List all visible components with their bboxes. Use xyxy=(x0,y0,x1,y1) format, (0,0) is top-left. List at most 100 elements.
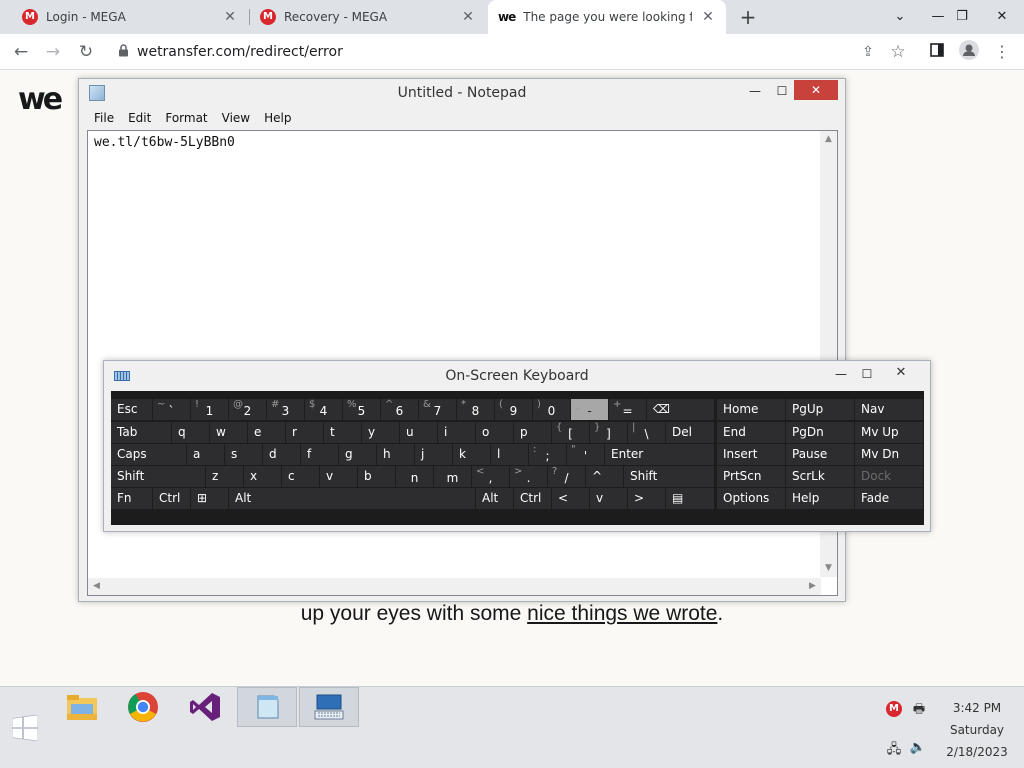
osk-key[interactable]: PgDn xyxy=(786,422,854,443)
more-menu-icon[interactable]: ⋮ xyxy=(990,40,1014,64)
osk-key[interactable]: PrtScn xyxy=(717,466,785,487)
osk-key[interactable]: y xyxy=(362,422,399,443)
osk-key[interactable]: ! 1 xyxy=(191,399,228,420)
profile-avatar-icon[interactable] xyxy=(957,40,981,64)
close-icon[interactable]: ✕ xyxy=(880,363,922,383)
osk-key[interactable]: ⌫ xyxy=(647,399,714,420)
osk-key[interactable]: o xyxy=(476,422,513,443)
osk-key[interactable]: Dock xyxy=(855,466,923,487)
osk-key[interactable]: ) 0 xyxy=(533,399,570,420)
osk-key[interactable]: h xyxy=(377,444,414,465)
osk-key[interactable]: <, xyxy=(472,466,509,487)
osk-key[interactable]: Alt xyxy=(476,488,513,509)
osk-key[interactable]: @2 xyxy=(229,399,266,420)
tab-login-mega[interactable]: M Login - MEGA ✕ xyxy=(12,0,248,34)
network-icon[interactable]: 🖧 xyxy=(885,740,903,757)
close-window-icon[interactable]: ✕ xyxy=(982,0,1022,34)
chrome-icon[interactable] xyxy=(113,687,173,727)
osk-key[interactable]: Del xyxy=(666,422,714,443)
osk-key[interactable]: k xyxy=(453,444,490,465)
osk-key[interactable]: * 8 xyxy=(457,399,494,420)
osk-key[interactable]: a xyxy=(187,444,224,465)
new-tab-button[interactable]: + xyxy=(736,6,760,28)
osk-key[interactable]: Esc xyxy=(111,399,152,420)
minimize-icon[interactable]: — xyxy=(828,364,854,384)
close-icon[interactable]: ✕ xyxy=(460,9,476,25)
mega-icon[interactable]: M xyxy=(886,701,902,717)
osk-key[interactable]: Enter xyxy=(605,444,714,465)
on-screen-keyboard-icon[interactable] xyxy=(299,687,359,727)
osk-key[interactable]: e xyxy=(248,422,285,443)
osk-key[interactable]: d xyxy=(263,444,300,465)
osk-key[interactable]: q xyxy=(172,422,209,443)
back-arrow-icon[interactable]: ← xyxy=(9,40,33,64)
osk-key[interactable]: u xyxy=(400,422,437,443)
tab-recovery-mega[interactable]: M Recovery - MEGA ✕ xyxy=(250,0,486,34)
osk-key[interactable]: $4 xyxy=(305,399,342,420)
osk-key[interactable]: Mv Dn xyxy=(855,444,923,465)
visual-studio-icon[interactable] xyxy=(175,687,235,727)
volume-icon[interactable]: 🔈 xyxy=(909,740,927,756)
osk-key[interactable]: " ' xyxy=(567,444,604,465)
menu-file[interactable]: File xyxy=(87,109,121,129)
osk-key[interactable]: > xyxy=(628,488,665,509)
osk-key[interactable]: + = xyxy=(609,399,646,420)
maximize-icon[interactable]: ☐ xyxy=(854,364,880,384)
osk-key[interactable]: ? / xyxy=(548,466,585,487)
star-icon[interactable]: ☆ xyxy=(886,40,910,64)
scroll-right-icon[interactable]: ▶ xyxy=(804,578,821,595)
horizontal-scrollbar[interactable]: ◀ ▶ xyxy=(88,578,821,595)
osk-key[interactable]: Tab xyxy=(111,422,171,443)
osk-key[interactable]: & 7 xyxy=(419,399,456,420)
osk-key[interactable]: {[ xyxy=(552,422,589,443)
osk-key[interactable]: ⊞ xyxy=(191,488,228,509)
scroll-down-icon[interactable]: ▼ xyxy=(820,560,837,577)
osk-key[interactable]: (9 xyxy=(495,399,532,420)
osk-key[interactable]: b xyxy=(358,466,395,487)
reload-icon[interactable]: ↻ xyxy=(74,40,98,64)
osk-key[interactable]: < xyxy=(552,488,589,509)
osk-key[interactable]: PgUp xyxy=(786,399,854,420)
osk-key[interactable]: m xyxy=(434,466,471,487)
chevron-down-icon[interactable]: ⌄ xyxy=(880,0,920,34)
osk-key[interactable]: g xyxy=(339,444,376,465)
close-icon[interactable]: ✕ xyxy=(700,9,716,25)
url-text[interactable]: wetransfer.com/redirect/error xyxy=(137,44,343,60)
system-clock[interactable]: 3:42 PM Saturday 2/18/2023 xyxy=(942,697,1012,763)
osk-key[interactable]: f xyxy=(301,444,338,465)
osk-key[interactable]: ▤ xyxy=(666,488,714,509)
osk-key[interactable]: Alt xyxy=(229,488,266,509)
osk-key[interactable]: ^ xyxy=(586,466,623,487)
osk-key[interactable]: v xyxy=(320,466,357,487)
osk-key[interactable]: s xyxy=(225,444,262,465)
menu-format[interactable]: Format xyxy=(158,109,214,129)
osk-key[interactable]: Pause xyxy=(786,444,854,465)
scroll-up-icon[interactable]: ▲ xyxy=(820,131,837,148)
close-icon[interactable]: ✕ xyxy=(222,9,238,25)
menu-edit[interactable]: Edit xyxy=(121,109,158,129)
osk-key[interactable]: l xyxy=(491,444,528,465)
osk-key[interactable]: ^ 6 xyxy=(381,399,418,420)
osk-key[interactable]: n xyxy=(396,466,433,487)
forward-arrow-icon[interactable]: → xyxy=(41,40,65,64)
osk-key[interactable]: i xyxy=(438,422,475,443)
menu-help[interactable]: Help xyxy=(257,109,298,129)
menu-view[interactable]: View xyxy=(215,109,257,129)
osk-key[interactable]: % 5 xyxy=(343,399,380,420)
osk-key[interactable]: Fn xyxy=(111,488,152,509)
nice-things-link[interactable]: nice things we wrote xyxy=(527,602,717,625)
close-icon[interactable]: ✕ xyxy=(794,80,838,100)
address-bar[interactable]: wetransfer.com/redirect/error xyxy=(110,38,886,66)
restore-icon[interactable]: ❐ xyxy=(942,0,982,34)
osk-key[interactable]: End xyxy=(717,422,785,443)
osk-key[interactable]: w xyxy=(210,422,247,443)
osk-key[interactable]: }] xyxy=(590,422,627,443)
osk-key[interactable]: _ - xyxy=(571,399,608,420)
file-explorer-icon[interactable] xyxy=(52,687,112,727)
printer-error-icon[interactable]: 🖶 xyxy=(910,700,928,717)
osk-key[interactable]: t xyxy=(324,422,361,443)
osk-key[interactable]: Shift xyxy=(624,466,714,487)
minimize-icon[interactable]: — xyxy=(742,81,768,101)
osk-key[interactable]: #3 xyxy=(267,399,304,420)
side-panel-icon[interactable] xyxy=(925,40,949,64)
